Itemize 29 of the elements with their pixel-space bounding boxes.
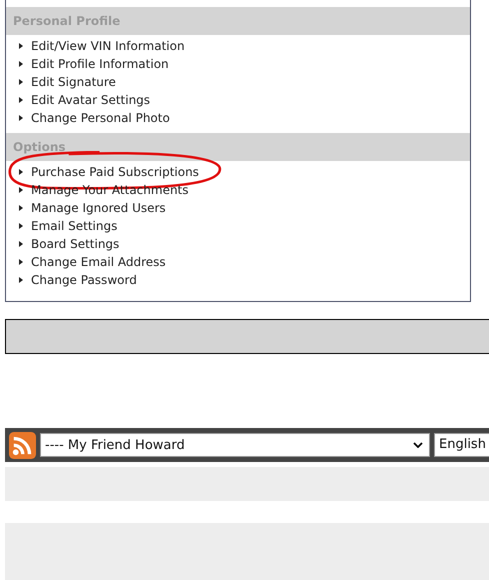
triangle-icon (19, 223, 23, 229)
triangle-icon (19, 205, 23, 211)
style-select[interactable]: ---- My Friend Howard (40, 433, 430, 457)
menu-link[interactable]: Change Personal Photo (31, 111, 170, 125)
menu-link[interactable]: Edit Avatar Settings (31, 93, 150, 107)
triangle-icon (19, 61, 23, 67)
triangle-icon (19, 259, 23, 265)
section-header: Personal Profile (6, 7, 470, 35)
menu-link[interactable]: Edit Profile Information (31, 57, 169, 71)
triangle-icon (19, 43, 23, 49)
menu-link[interactable]: Purchase Paid Subscriptions (31, 165, 199, 179)
triangle-icon (19, 187, 23, 193)
menu-link[interactable]: Edit/View VIN Information (31, 39, 185, 53)
menu-link[interactable]: Change Password (31, 273, 137, 287)
menu-link[interactable]: Change Email Address (31, 255, 166, 269)
rss-icon[interactable] (9, 432, 36, 458)
triangle-icon (19, 79, 23, 85)
menu-link[interactable]: Board Settings (31, 237, 120, 251)
menu-link[interactable]: Email Settings (31, 219, 118, 233)
triangle-icon (19, 97, 23, 103)
triangle-icon (19, 169, 23, 175)
triangle-icon (19, 277, 23, 283)
chevron-icon (413, 442, 423, 448)
section-header: Options (6, 133, 470, 161)
menu-link[interactable]: Edit Signature (31, 75, 116, 89)
triangle-icon (19, 241, 23, 247)
language-select[interactable]: English (434, 433, 489, 457)
triangle-icon (19, 115, 23, 121)
menu-link[interactable]: Manage Ignored Users (31, 201, 166, 215)
